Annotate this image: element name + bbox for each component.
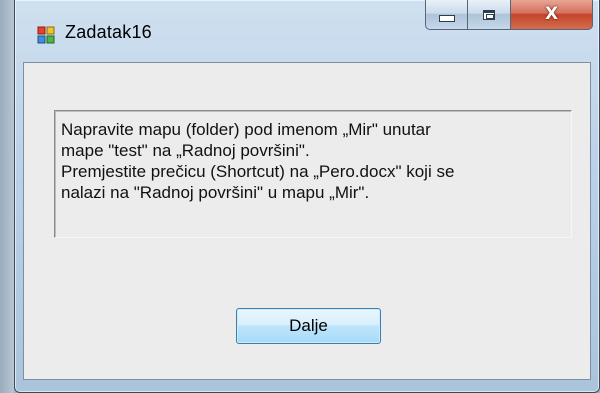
instruction-text: Napravite mapu (folder) pod imenom „Mir"… [54, 110, 572, 238]
caption-buttons: X [425, 0, 593, 30]
title-bar[interactable]: Zadatak16 X [15, 0, 599, 62]
client-area: Napravite mapu (folder) pod imenom „Mir"… [23, 62, 591, 380]
next-button[interactable]: Dalje [236, 308, 381, 344]
maximize-icon [483, 9, 495, 20]
dialog-window: Zadatak16 X Napravite mapu (folder) pod … [14, 0, 600, 393]
minimize-icon [438, 15, 455, 22]
maximize-button[interactable] [468, 0, 511, 30]
close-button[interactable]: X [511, 0, 593, 30]
minimize-button[interactable] [425, 0, 468, 30]
window-title: Zadatak16 [65, 22, 152, 42]
close-icon: X [544, 4, 559, 24]
app-window-icon [37, 26, 55, 44]
desktop-background [0, 0, 14, 393]
